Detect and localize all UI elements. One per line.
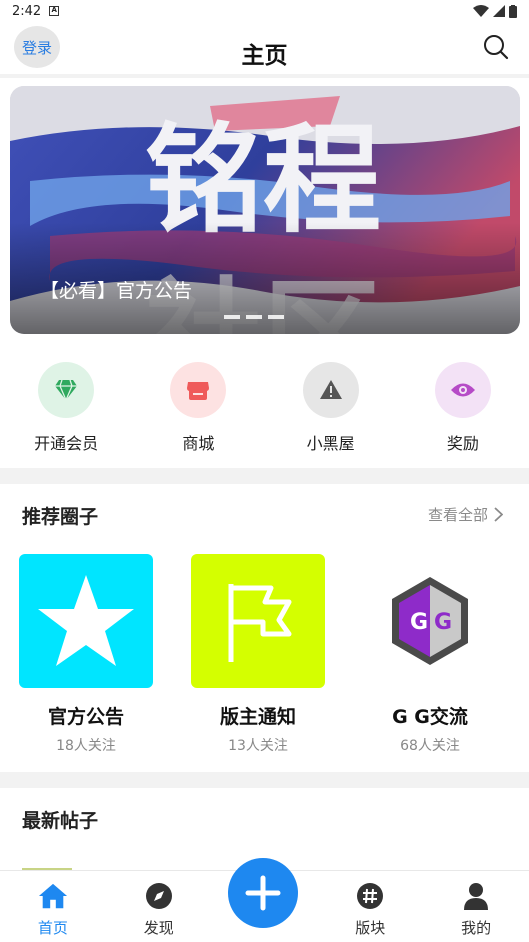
hash-icon	[355, 881, 385, 911]
home-screen: 2:42 A 登录 主页 【必看】官方公告 开通会员 商城 小黑屋 奖励 推荐圈…	[0, 0, 529, 942]
flag-icon	[191, 554, 325, 688]
store-icon	[170, 362, 227, 418]
wifi-icon	[473, 5, 489, 17]
carousel-dot	[224, 315, 240, 319]
warning-icon	[302, 362, 359, 418]
quick-entry-vip[interactable]: 开通会员	[0, 346, 132, 468]
nav-label: 首页	[37, 919, 68, 937]
quick-entry-blackroom[interactable]: 小黑屋	[265, 346, 397, 468]
notification-a-icon: A	[49, 6, 60, 16]
nav-home[interactable]: 首页	[0, 871, 106, 942]
circle-card-moderator[interactable]: 版主通知 13人关注	[172, 554, 344, 755]
nav-boards[interactable]: 版块	[317, 871, 423, 942]
circle-followers: 68人关注	[400, 738, 460, 754]
plus-icon	[245, 875, 281, 911]
chevron-right-icon	[494, 507, 503, 522]
signal-icon	[493, 5, 505, 17]
nav-label: 发现	[143, 919, 174, 937]
quick-entry-label: 小黑屋	[306, 434, 355, 453]
latest-title: 最新帖子	[22, 810, 99, 832]
see-all-label: 查看全部	[427, 506, 488, 524]
carousel-dot	[268, 315, 284, 319]
nav-discover[interactable]: 发现	[106, 871, 212, 942]
circle-card-announcement[interactable]: 官方公告 18人关注	[0, 554, 172, 755]
status-bar: 2:42 A	[0, 0, 529, 22]
gg-logo-icon: G G	[363, 554, 497, 688]
quick-entry-store[interactable]: 商城	[132, 346, 264, 468]
circle-followers: 13人关注	[228, 738, 288, 754]
quick-entries: 开通会员 商城 小黑屋 奖励	[0, 346, 529, 468]
nav-profile[interactable]: 我的	[423, 871, 529, 942]
person-icon	[461, 881, 491, 911]
page-title: 主页	[241, 43, 288, 69]
banner-section: 铭程 社区 【必看】官方公告	[0, 78, 529, 346]
circle-name: 版主通知	[219, 706, 296, 728]
see-all-link[interactable]: 查看全部	[428, 504, 503, 525]
status-indicators	[473, 4, 517, 18]
circle-name: 官方公告	[47, 706, 124, 728]
carousel-dot	[246, 315, 262, 319]
home-icon	[38, 881, 68, 911]
svg-text:G: G	[434, 610, 452, 635]
search-icon	[484, 35, 509, 60]
carousel-indicator	[224, 315, 284, 319]
circle-list: 官方公告 18人关注 版主通知 13人关注 G G G G交流 68人关注	[0, 554, 529, 755]
status-time: 2:42	[12, 3, 42, 19]
nav-label: 版块	[355, 919, 386, 937]
eye-icon	[434, 362, 491, 418]
recommend-title: 推荐圈子	[22, 506, 99, 528]
recommend-section: 推荐圈子 查看全部 官方公告 18人关注 版主通知 13人关注 G G G G交…	[0, 484, 529, 772]
circle-name: G G交流	[392, 706, 468, 728]
compass-icon	[144, 881, 174, 911]
circle-card-gg[interactable]: G G G G交流 68人关注	[344, 554, 516, 755]
diamond-icon	[38, 362, 95, 418]
create-post-button[interactable]	[228, 858, 298, 928]
app-header: 登录 主页	[0, 22, 529, 74]
quick-entry-reward[interactable]: 奖励	[397, 346, 529, 468]
banner-caption: 【必看】官方公告	[40, 280, 193, 302]
quick-entry-label: 奖励	[446, 434, 479, 453]
svg-text:G: G	[410, 610, 428, 635]
star-icon	[19, 554, 153, 688]
search-button[interactable]	[483, 34, 509, 60]
quick-entry-label: 商城	[182, 434, 215, 453]
nav-label: 我的	[461, 919, 492, 937]
battery-icon	[509, 4, 517, 18]
quick-entry-label: 开通会员	[34, 434, 99, 453]
banner-carousel[interactable]: 铭程 社区 【必看】官方公告	[10, 86, 520, 334]
circle-followers: 18人关注	[56, 738, 116, 754]
